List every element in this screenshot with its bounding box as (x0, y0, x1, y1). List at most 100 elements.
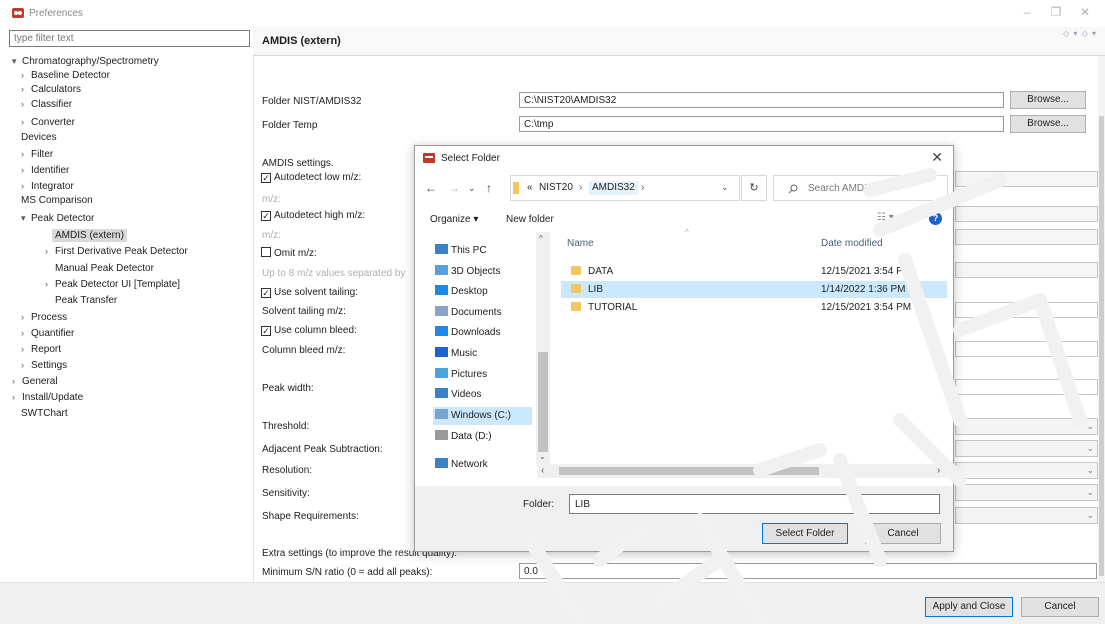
column-mz-input[interactable] (955, 341, 1098, 357)
tree-item[interactable]: › Quantifier (21, 327, 74, 340)
chevron-right-icon[interactable]: › (21, 311, 31, 324)
tree-item[interactable]: › General (12, 375, 58, 388)
scroll-right-icon[interactable]: › (937, 465, 940, 476)
resolution-select[interactable]: ⌄ (955, 462, 1098, 479)
nav-item[interactable]: 3D Objects (435, 263, 500, 281)
tree-item[interactable]: › Converter (21, 116, 75, 129)
up-arrow-icon[interactable]: ↑ (486, 181, 492, 195)
page-scrollbar[interactable] (1098, 56, 1105, 582)
min-sn-input[interactable]: 0.0 (519, 563, 1097, 579)
high-mz-value-input[interactable] (955, 229, 1098, 245)
view-options-icon[interactable]: ☷ ▾ (877, 212, 894, 223)
tree-item[interactable]: › Calculators (21, 83, 81, 96)
omit-mz-input[interactable] (955, 262, 1098, 278)
scroll-left-icon[interactable]: ‹ (541, 465, 544, 476)
nav-item[interactable]: Videos (435, 386, 481, 404)
use-column-checkbox[interactable]: ✓ Use column bleed: (261, 325, 357, 336)
minimize-icon[interactable]: – (1020, 5, 1034, 19)
shape-select[interactable]: ⌄ (955, 507, 1098, 524)
close-icon[interactable]: ✕ (1078, 5, 1092, 19)
tree-item[interactable]: › Settings (21, 359, 67, 372)
address-dropdown-icon[interactable]: ⌄ (721, 182, 729, 193)
chevron-right-icon[interactable]: › (21, 148, 31, 161)
chevron-right-icon[interactable]: › (21, 359, 31, 372)
scroll-down-icon[interactable]: ⌄ (539, 452, 546, 461)
chevron-right-icon[interactable]: › (45, 245, 55, 258)
nav-pane-scrollbar[interactable]: ^ ⌄ (536, 232, 550, 464)
help-icon[interactable]: ? (929, 212, 942, 225)
tree-item[interactable]: ▾ Peak Detector (21, 212, 94, 225)
dialog-cancel-button[interactable]: Cancel (865, 523, 941, 544)
nav-item[interactable]: Network (435, 456, 488, 474)
tree-item[interactable]: › Integrator (21, 180, 74, 193)
scroll-up-icon[interactable]: ^ (539, 234, 543, 243)
select-folder-button[interactable]: Select Folder (762, 523, 848, 544)
breadcrumb-nist20[interactable]: NIST20 (539, 182, 573, 193)
file-row[interactable]: TUTORIAL 12/15/2021 3:54 PM (561, 299, 947, 316)
autodetect-low-checkbox[interactable]: ✓ Autodetect low m/z: (261, 172, 361, 183)
adjacent-select[interactable]: ⌄ (955, 440, 1098, 457)
folder-input[interactable]: LIB (569, 494, 940, 514)
tree-item[interactable]: › Install/Update (12, 391, 83, 404)
scrollbar-thumb[interactable] (538, 352, 548, 452)
folder-nist-input[interactable]: C:\NIST20\AMDIS32 (519, 92, 1004, 108)
tree-item[interactable]: › Process (21, 311, 67, 324)
history-nav-icon[interactable]: ◇ ▾ ◇ ▾ (1063, 29, 1097, 38)
forward-arrow-icon[interactable]: → (448, 181, 460, 195)
tree-item[interactable]: Peak Transfer (55, 294, 117, 307)
nav-item[interactable]: Downloads (435, 324, 500, 342)
tree-item[interactable]: AMDIS (extern) (52, 229, 127, 242)
peak-width-input[interactable] (955, 379, 1098, 395)
nav-item[interactable]: Desktop (435, 283, 488, 301)
omit-checkbox[interactable]: Omit m/z: (261, 247, 317, 259)
column-header-date[interactable]: Date modified (821, 238, 883, 249)
chevron-right-icon[interactable]: › (21, 98, 31, 111)
nav-item[interactable]: Pictures (435, 366, 487, 384)
file-row[interactable]: LIB 1/14/2022 1:36 PM (561, 281, 947, 298)
use-solvent-checkbox[interactable]: ✓ Use solvent tailing: (261, 287, 358, 298)
search-box[interactable]: Search AMDIS32 (773, 175, 948, 201)
organize-menu[interactable]: Organize ▾ (430, 214, 478, 225)
column-header-name[interactable]: Name (567, 238, 594, 249)
chevron-down-icon[interactable]: ▾ (12, 55, 22, 68)
recent-chevron-icon[interactable]: ⌄ (468, 183, 476, 194)
chevron-right-icon[interactable]: › (21, 116, 31, 129)
file-list-scrollbar[interactable]: ‹ › (537, 464, 953, 478)
tree-item[interactable]: › Report (21, 343, 61, 356)
tree-item[interactable]: › Classifier (21, 98, 72, 111)
chevron-right-icon[interactable]: › (45, 278, 55, 291)
tree-item[interactable]: Devices (21, 131, 57, 144)
sensitivity-select[interactable]: ⌄ (955, 484, 1098, 501)
autodetect-high-checkbox[interactable]: ✓ Autodetect high m/z: (261, 210, 365, 221)
chevron-right-icon[interactable]: › (21, 83, 31, 96)
refresh-button[interactable]: ↻ (741, 175, 767, 201)
chevron-right-icon[interactable]: › (12, 391, 22, 404)
folder-temp-input[interactable]: C:\tmp (519, 116, 1004, 132)
nav-item[interactable]: Data (D:) (435, 428, 492, 446)
chevron-right-icon[interactable]: › (21, 164, 31, 177)
browse-temp-button[interactable]: Browse... (1010, 115, 1086, 133)
close-icon[interactable]: ✕ (931, 149, 943, 166)
chevron-right-icon[interactable]: › (12, 375, 22, 388)
tree-item[interactable]: › Peak Detector UI [Template] (45, 278, 180, 291)
nav-item[interactable]: Music (435, 345, 477, 363)
scrollbar-thumb[interactable] (559, 467, 819, 475)
filter-input[interactable] (9, 30, 250, 47)
nav-item[interactable]: Documents (435, 304, 502, 322)
apply-and-close-button[interactable]: Apply and Close (925, 597, 1013, 617)
cancel-button[interactable]: Cancel (1021, 597, 1099, 617)
chevron-down-icon[interactable]: ▾ (21, 212, 31, 225)
tree-item[interactable]: › Filter (21, 148, 53, 161)
tree-item[interactable]: › First Derivative Peak Detector (45, 245, 188, 258)
new-folder-button[interactable]: New folder (506, 214, 554, 225)
chevron-right-icon[interactable]: › (21, 69, 31, 82)
browse-nist-button[interactable]: Browse... (1010, 91, 1086, 109)
nav-item[interactable]: This PC (435, 242, 487, 260)
breadcrumb-root[interactable]: « (527, 182, 533, 193)
threshold-select[interactable]: ⌄ (955, 418, 1098, 435)
low-mz-input[interactable] (955, 171, 1098, 187)
chevron-right-icon[interactable]: › (21, 327, 31, 340)
high-mz-input[interactable] (955, 206, 1098, 222)
tree-item[interactable]: ▾ Chromatography/Spectrometry (12, 55, 159, 68)
tree-item[interactable]: SWTChart (21, 407, 68, 420)
